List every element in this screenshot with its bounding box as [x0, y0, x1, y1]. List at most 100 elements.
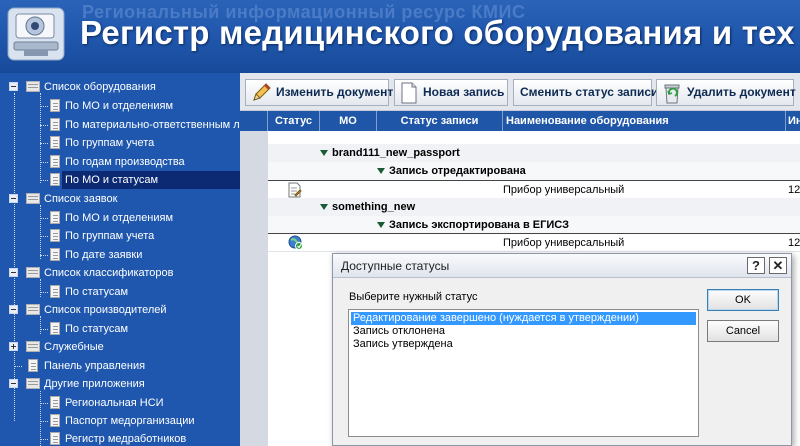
column-header-status[interactable]: Статус	[268, 111, 320, 131]
document-icon	[50, 432, 60, 445]
edit-document-label: Изменить документ	[276, 85, 394, 99]
new-record-label: Новая запись	[423, 85, 505, 99]
sidebar-item-label: Паспорт медорганизации	[65, 415, 195, 427]
status-listbox[interactable]: Редактирование завершено (нуждается в ут…	[348, 309, 699, 437]
dialog-title: Доступные статусы	[341, 259, 450, 273]
table-row[interactable]: Прибор универсальный 12	[268, 234, 800, 252]
group-mo-label: something_new	[332, 201, 416, 213]
collapse-icon[interactable]	[9, 82, 18, 91]
ok-button[interactable]: OK	[707, 289, 779, 311]
new-record-button[interactable]: Новая запись	[394, 79, 508, 106]
column-header-record-status[interactable]: Статус записи	[377, 111, 503, 131]
group-status-label: Запись отредактирована	[389, 165, 526, 177]
recycle-bin-icon	[664, 84, 680, 104]
tree-connector	[14, 93, 15, 421]
grid-header: Статус МО Статус записи Наименование обо…	[268, 111, 800, 131]
document-icon	[50, 229, 60, 242]
expand-triangle-icon[interactable]	[377, 168, 385, 175]
change-status-button[interactable]: Сменить статус записи	[513, 79, 658, 106]
tree-connector	[40, 205, 41, 259]
status-option[interactable]: Запись утверждена	[351, 338, 696, 351]
sidebar-item-label: По материально-ответственным л	[65, 119, 240, 131]
sidebar-item-label: По статусам	[65, 323, 129, 335]
pencil-icon	[253, 83, 271, 101]
folder-icon	[26, 341, 40, 352]
collapse-icon[interactable]	[9, 305, 18, 314]
column-header-code[interactable]: Ин	[786, 111, 800, 131]
sidebar-item-label: По статусам	[65, 286, 129, 298]
equipment-name-cell: Прибор универсальный	[503, 237, 625, 249]
column-header-equipment-name[interactable]: Наименование оборудования	[503, 111, 786, 131]
help-icon[interactable]: ?	[747, 257, 765, 274]
sidebar-item-label: По МО и статусам	[62, 171, 240, 189]
folder-icon	[26, 81, 40, 92]
sidebar-item-label: Панель управления	[44, 360, 146, 372]
sidebar-item-label: Служебные	[44, 341, 104, 353]
status-option[interactable]: Редактирование завершено (нуждается в ут…	[351, 312, 696, 325]
sidebar-item-label: По МО и отделениям	[65, 100, 174, 112]
document-icon	[50, 118, 60, 131]
document-icon	[50, 136, 60, 149]
code-cell: 12	[788, 237, 800, 249]
expand-triangle-icon[interactable]	[377, 222, 385, 229]
document-icon	[50, 99, 60, 112]
sidebar-item-label: По группам учета	[65, 137, 155, 149]
tree-connector	[40, 391, 41, 446]
edit-document-button[interactable]: Изменить документ	[245, 79, 393, 106]
sidebar-item-label: Список оборудования	[44, 81, 156, 93]
page-title: Регистр медицинского оборудования и тех	[80, 14, 795, 51]
document-icon	[50, 211, 60, 224]
document-icon	[28, 359, 38, 372]
sidebar-item-label: По дате заявки	[65, 249, 143, 261]
close-icon[interactable]: ✕	[769, 257, 787, 274]
change-status-label: Сменить статус записи	[520, 85, 659, 99]
group-mo-label: brand111_new_passport	[332, 147, 460, 159]
delete-document-label: Удалить документ	[687, 85, 796, 99]
sidebar-item-label: По группам учета	[65, 230, 155, 242]
group-row-mo[interactable]: brand111_new_passport	[268, 144, 800, 162]
sidebar-tree: Список оборудования По МО и отделениям П…	[0, 73, 240, 446]
dialog-prompt: Выберите нужный статус	[349, 291, 478, 303]
grid-gutter-header	[240, 111, 268, 131]
expand-icon[interactable]	[9, 342, 18, 351]
document-icon	[50, 173, 60, 186]
sidebar-item-label: По годам производства	[65, 156, 185, 168]
expand-triangle-icon[interactable]	[320, 204, 328, 211]
dialog-titlebar: Доступные статусы ? ✕	[333, 254, 791, 278]
collapse-icon[interactable]	[9, 268, 18, 277]
document-icon	[50, 414, 60, 427]
document-icon	[50, 322, 60, 335]
toolbar: Изменить документ Новая запись Сменить с…	[240, 73, 800, 111]
group-row-status[interactable]: Запись отредактирована	[268, 162, 800, 180]
edit-doc-icon	[288, 182, 302, 198]
cancel-button[interactable]: Cancel	[707, 320, 779, 342]
app-header: Региональный информационный ресурс КМИС …	[0, 0, 800, 73]
collapse-icon[interactable]	[9, 194, 18, 203]
column-header-mo[interactable]: МО	[320, 111, 377, 131]
sidebar-item-label: Региональная НСИ	[65, 397, 164, 409]
group-row-mo[interactable]: something_new	[268, 198, 800, 216]
sidebar-item-label: Список заявок	[44, 193, 118, 205]
sidebar-item-label: Другие приложения	[44, 378, 145, 390]
folder-icon	[26, 378, 40, 389]
grid-row-gutter	[240, 111, 268, 446]
document-icon	[50, 248, 60, 261]
table-row[interactable]: Прибор универсальный 12	[268, 181, 800, 199]
app-logo-icon	[7, 7, 65, 61]
delete-document-button[interactable]: Удалить документ	[656, 79, 796, 106]
group-row-status[interactable]: Запись экспортирована в ЕГИСЗ	[268, 216, 800, 234]
folder-icon	[26, 267, 40, 278]
group-status-label: Запись экспортирована в ЕГИСЗ	[389, 219, 569, 231]
equipment-name-cell: Прибор универсальный	[503, 184, 625, 196]
export-globe-icon	[288, 235, 303, 250]
status-option[interactable]: Запись отклонена	[351, 325, 696, 338]
sidebar-item-by-mo-statuses[interactable]: По МО и статусам	[0, 171, 240, 189]
expand-triangle-icon[interactable]	[320, 150, 328, 157]
available-statuses-dialog: Доступные статусы ? ✕ Выберите нужный ст…	[332, 253, 792, 446]
sidebar-item-label: Список производителей	[44, 304, 167, 316]
document-icon	[50, 155, 60, 168]
sidebar-item-label: Регистр медработников	[65, 433, 187, 445]
collapse-icon[interactable]	[9, 379, 18, 388]
code-cell: 12	[788, 184, 800, 196]
new-document-icon	[401, 82, 417, 104]
